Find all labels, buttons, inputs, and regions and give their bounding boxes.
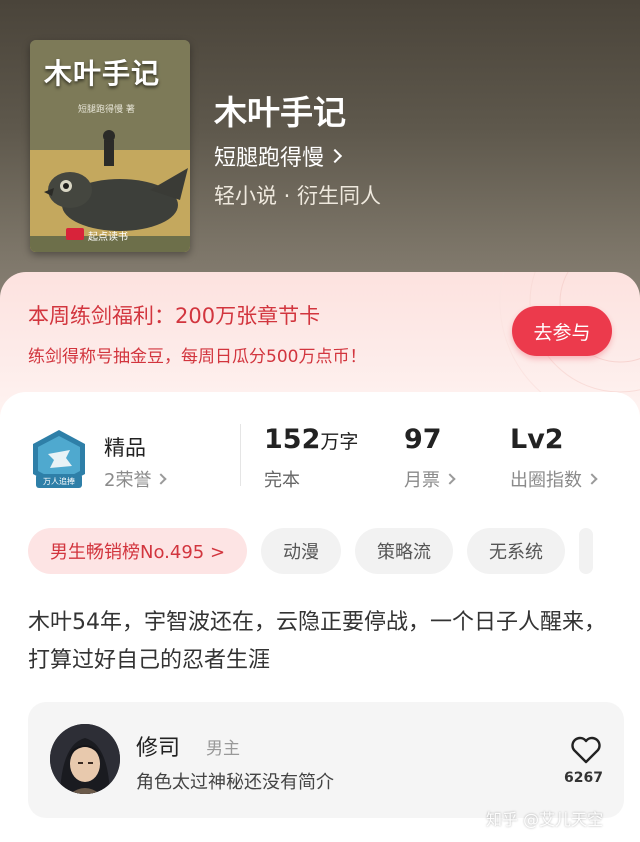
- character-name: 修司: [136, 736, 181, 761]
- chevron-right-icon: [327, 148, 343, 164]
- level-link[interactable]: 出圈指数: [510, 466, 598, 492]
- chevron-right-icon: [586, 473, 598, 485]
- monthly-votes-link[interactable]: 月票: [404, 466, 456, 492]
- heart-icon[interactable]: [570, 736, 602, 764]
- like-count: 6267: [564, 770, 603, 786]
- book-status: 完本: [264, 466, 300, 492]
- book-title: 木叶手记: [214, 93, 346, 132]
- quality-label: 精品: [104, 436, 146, 460]
- word-count: 152万字: [264, 424, 358, 455]
- author-link[interactable]: 短腿跑得慢: [214, 140, 343, 172]
- avatar[interactable]: [50, 724, 120, 794]
- monthly-votes-value: 97: [404, 424, 442, 455]
- promo-subtitle: 练剑得称号抽金豆，每周日瓜分500万点币！: [28, 347, 367, 367]
- badge-text: 万人追捧: [43, 476, 75, 486]
- tag-item[interactable]: 动漫: [261, 528, 342, 574]
- word-count-value: 152: [264, 424, 321, 455]
- chevron-right-icon: [155, 473, 168, 485]
- cover-publisher: 起点读书: [88, 232, 128, 243]
- tag-row: 男生畅销榜No.495 > 动漫 策略流 无系统: [28, 528, 594, 574]
- word-count-unit: 万字: [320, 431, 359, 453]
- book-status-text: 完本: [264, 470, 300, 491]
- quality-badge-icon: 万人追捧: [33, 430, 85, 488]
- character-intro: 角色太过神秘还没有简介: [136, 772, 334, 793]
- cover-title: 木叶手记: [44, 57, 161, 90]
- tag-item-partial[interactable]: [579, 528, 594, 574]
- monthly-votes-label: 月票: [404, 470, 440, 491]
- tag-bestseller-rank[interactable]: 男生畅销榜No.495 >: [28, 528, 248, 574]
- promo-title: 本周练剑福利：200万张章节卡: [28, 304, 321, 328]
- cover-author: 短腿跑得慢 著: [78, 105, 135, 115]
- level-value: Lv2: [510, 424, 564, 455]
- author-name: 短腿跑得慢: [214, 146, 325, 171]
- watermark: 知乎 @艾儿天空: [486, 810, 604, 829]
- honors-count: 2荣誉: [104, 470, 152, 491]
- tag-item[interactable]: 无系统: [467, 528, 566, 574]
- stats-divider: [240, 424, 241, 486]
- book-cover[interactable]: 木叶手记 短腿跑得慢 著 起点读书: [30, 40, 190, 252]
- book-description[interactable]: 木叶54年，宇智波还在，云隐正要停战，一个日子人醒来，打算过好自己的忍者生涯: [28, 604, 618, 680]
- tag-item[interactable]: 策略流: [355, 528, 454, 574]
- chevron-right-icon: [444, 473, 456, 485]
- level-label: 出圈指数: [510, 470, 582, 491]
- honors-link[interactable]: 2荣誉: [104, 466, 168, 492]
- book-genre: 轻小说 · 衍生同人: [214, 184, 382, 208]
- publisher-logo: [66, 228, 84, 240]
- character-portrait: [50, 724, 120, 794]
- character-role: 男主: [206, 739, 240, 759]
- join-button[interactable]: 去参与: [512, 306, 612, 356]
